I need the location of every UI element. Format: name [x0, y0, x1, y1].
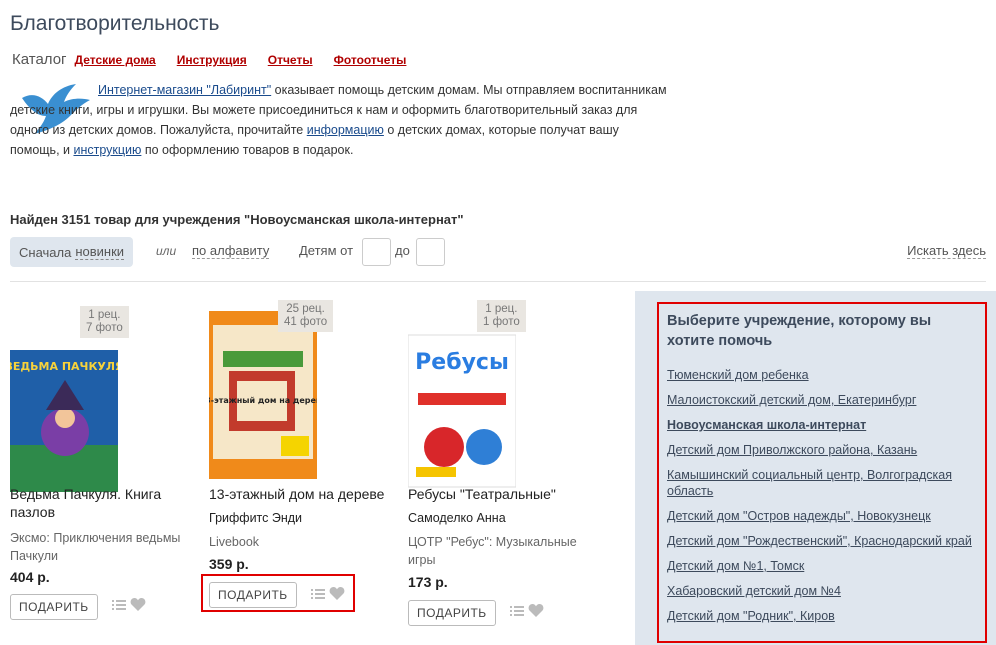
product-price: 359 р.: [209, 556, 249, 572]
charity-menu: Каталог Детские дома Инструкция Отчеты Ф…: [12, 51, 427, 71]
product-author[interactable]: Самоделко Анна: [408, 511, 506, 525]
product-publisher[interactable]: Эксмо: Приключения ведьмы Пачкули: [10, 529, 190, 565]
shop-link[interactable]: Интернет-магазин "Лабиринт": [98, 83, 271, 97]
product-publisher[interactable]: Livebook: [209, 533, 259, 551]
product-title[interactable]: 13-этажный дом на дереве: [209, 485, 394, 503]
list-icon[interactable]: [510, 605, 524, 617]
product-price: 173 р.: [408, 574, 448, 590]
product-author[interactable]: Гриффитс Энди: [209, 511, 302, 525]
reviews-badge[interactable]: 1 рец. 7 фото: [80, 306, 129, 338]
photos-count: 1 фото: [483, 316, 520, 328]
product-title[interactable]: Ведьма Пачкуля. Книга пазлов: [10, 485, 180, 521]
search-here-link[interactable]: Искать здесь: [907, 243, 986, 259]
cover-title: ВЕДЬМА ПАЧКУЛЯ: [10, 360, 118, 373]
reviews-count: 1 рец.: [88, 309, 121, 321]
product-price: 404 р.: [10, 569, 50, 585]
age-from-label: Детям от: [299, 243, 354, 258]
highlight-box: [657, 302, 987, 643]
info-link[interactable]: информацию: [307, 123, 384, 137]
heart-icon[interactable]: [528, 603, 544, 618]
reviews-count: 1 рец.: [485, 303, 518, 315]
sort-bar: Сначала новинки или по алфавиту Детям от…: [10, 237, 986, 267]
menu-link-orphanages[interactable]: Детские дома: [75, 53, 156, 67]
menu-catalog[interactable]: Каталог: [12, 51, 67, 68]
reviews-badge[interactable]: 25 рец. 41 фото: [278, 300, 334, 332]
photos-count: 7 фото: [86, 322, 123, 334]
book-cover[interactable]: Ребусы: [408, 326, 516, 496]
menu-link-photo-reports[interactable]: Фотоотчеты: [334, 53, 407, 67]
age-from-input[interactable]: [362, 238, 391, 266]
divider: [10, 281, 986, 282]
cover-title: 13-этажный дом на дереве: [209, 396, 317, 405]
book-cover[interactable]: ВЕДЬМА ПАЧКУЛЯ: [10, 336, 118, 506]
sort-newest-label: новинки: [75, 244, 125, 260]
page-title: Благотворительность: [10, 12, 220, 35]
sort-newest-button[interactable]: Сначала новинки: [10, 237, 134, 267]
menu-link-reports[interactable]: Отчеты: [268, 53, 313, 67]
heart-icon[interactable]: [130, 597, 146, 612]
intro-text: Интернет-магазин "Лабиринт" оказывает по…: [10, 80, 670, 160]
sort-alpha-link[interactable]: по алфавиту: [192, 243, 270, 259]
age-to-label: до: [395, 243, 410, 258]
product-title[interactable]: Ребусы "Театральные": [408, 485, 593, 503]
cover-title: Ребусы: [415, 350, 509, 375]
results-count: Найден 3151 товар для учреждения "Новоус…: [10, 212, 464, 227]
product-publisher[interactable]: ЦОТР "Ребус": Музыкальные игры: [408, 533, 583, 569]
gift-button[interactable]: ПОДАРИТЬ: [408, 600, 496, 626]
reviews-badge[interactable]: 1 рец. 1 фото: [477, 300, 526, 332]
menu-link-instruction[interactable]: Инструкция: [177, 53, 247, 67]
photos-count: 41 фото: [284, 316, 328, 328]
instruction-link[interactable]: инструкцию: [73, 143, 141, 157]
age-to-input[interactable]: [416, 238, 445, 266]
reviews-count: 25 рец.: [286, 303, 325, 315]
sort-first-label: Сначала: [19, 244, 72, 260]
sort-or-label: или: [156, 244, 177, 258]
gift-button[interactable]: ПОДАРИТЬ: [10, 594, 98, 620]
highlight-box: [201, 574, 355, 612]
intro-text-3: по оформлению товаров в подарок.: [141, 143, 354, 157]
list-icon[interactable]: [112, 599, 126, 611]
book-cover[interactable]: 13-этажный дом на дереве: [209, 310, 317, 480]
